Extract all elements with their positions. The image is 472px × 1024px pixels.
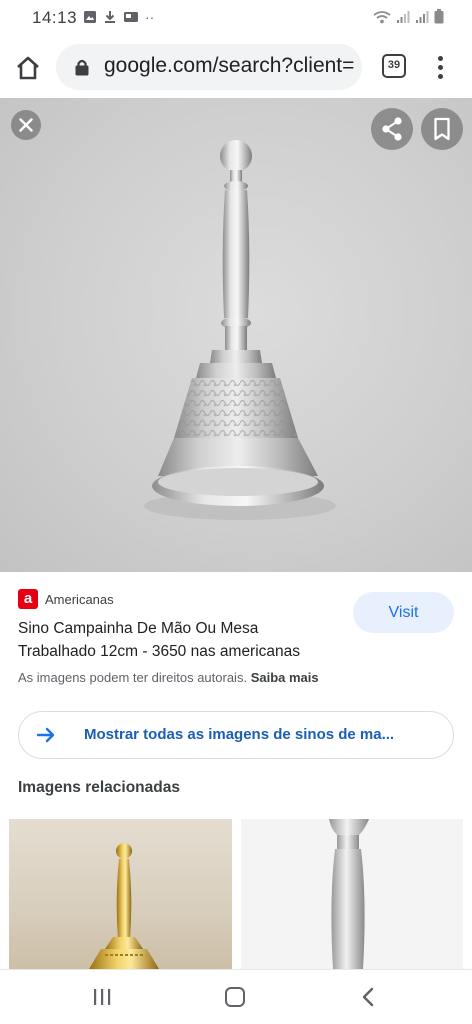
back-icon[interactable] [358,986,378,1008]
browser-toolbar: google.com/search?client= 39 [0,36,472,98]
image-preview[interactable] [0,98,472,572]
show-all-label: Mostrar todas as imagens de sinos de ma.… [84,726,395,743]
signal-icon-1 [397,10,410,23]
gallery-notification-icon [84,11,96,23]
copyright-text: As imagens podem ter direitos autorais. [18,670,248,685]
close-icon [19,118,33,132]
bookmark-button[interactable] [421,108,463,150]
wifi-icon [373,10,391,23]
more-vert-icon[interactable] [430,52,450,82]
system-navigation-bar [0,969,472,1024]
arrow-right-icon [36,727,55,743]
learn-more-link[interactable]: Saiba mais [251,670,319,685]
silver-bell-image [329,819,369,969]
system-status-icons [373,9,444,24]
source-name: Americanas [45,591,114,607]
show-all-images-button[interactable]: Mostrar todas as imagens de sinos de ma.… [18,711,454,759]
tab-switcher-button[interactable]: 39 [382,54,406,78]
recent-apps-icon[interactable] [92,988,112,1006]
result-source[interactable]: a Americanas [18,588,114,610]
home-icon [17,56,39,80]
bookmark-icon [434,117,450,141]
download-notification-icon [105,11,115,23]
close-button[interactable] [11,110,41,140]
lock-icon [75,59,89,76]
share-button[interactable] [371,108,413,150]
visit-button[interactable]: Visit [353,592,454,633]
notification-icons: ·· [83,10,154,24]
screen-notification-icon [124,12,138,22]
home-button[interactable] [12,52,44,84]
bell-image [144,140,336,520]
battery-icon [434,9,444,24]
source-favicon: a [18,589,38,609]
result-title[interactable]: Sino Campainha De Mão Ou Mesa Trabalhado… [18,617,338,663]
url-text: google.com/search?client= [104,54,355,77]
status-time: 14:13 [32,8,78,27]
share-icon [382,117,402,141]
status-bar: 14:13 ·· [0,0,472,36]
related-images-heading: Imagens relacionadas [18,779,180,796]
copyright-notice: As imagens podem ter direitos autorais. … [18,670,319,685]
address-bar[interactable]: google.com/search?client= [56,44,362,90]
more-notifications: ·· [145,9,155,25]
related-image-silver-bell[interactable] [241,819,463,969]
gold-bell-image [89,843,159,969]
signal-icon-2 [416,10,429,23]
related-image-gold-bell[interactable] [9,819,232,969]
home-nav-icon[interactable] [225,987,245,1007]
